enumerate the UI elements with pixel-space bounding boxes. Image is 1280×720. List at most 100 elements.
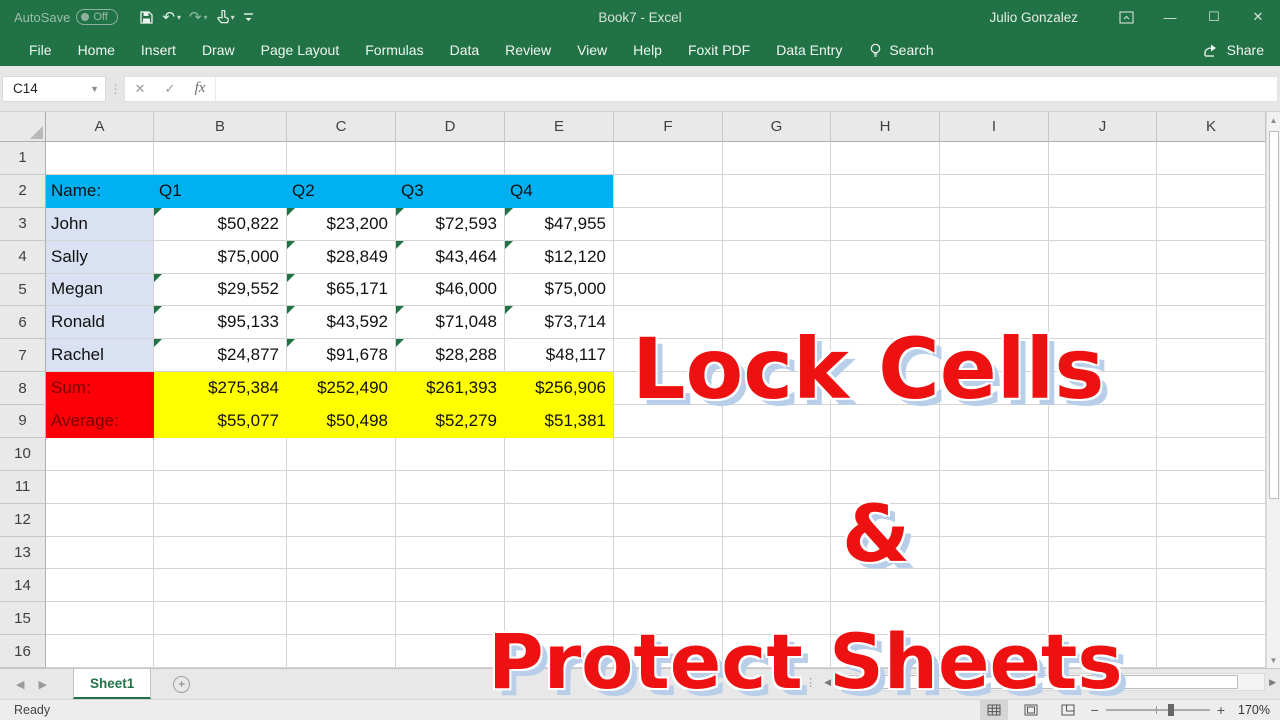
cell-C6[interactable]: $43,592 xyxy=(287,306,396,339)
cell-E13[interactable] xyxy=(505,537,614,570)
cell-E8[interactable]: $256,906 xyxy=(505,372,614,405)
cell-E10[interactable] xyxy=(505,438,614,471)
next-sheet-icon[interactable]: ▶ xyxy=(38,678,46,691)
search-button[interactable]: Search xyxy=(869,42,933,58)
tab-file[interactable]: File xyxy=(16,36,65,64)
vertical-scrollbar-thumb[interactable] xyxy=(1269,131,1279,499)
cell-B12[interactable] xyxy=(154,504,287,537)
column-header-G[interactable]: G xyxy=(723,112,831,142)
tab-data-entry[interactable]: Data Entry xyxy=(763,36,855,64)
cell-H13[interactable] xyxy=(831,537,940,570)
cell-I9[interactable] xyxy=(940,405,1049,438)
cell-H16[interactable] xyxy=(831,635,940,668)
row-header-7[interactable]: 7 xyxy=(0,339,46,372)
tab-review[interactable]: Review xyxy=(492,36,564,64)
cell-H7[interactable] xyxy=(831,339,940,372)
cell-E16[interactable] xyxy=(505,635,614,668)
row-header-8[interactable]: 8 xyxy=(0,372,46,405)
cell-F13[interactable] xyxy=(614,537,723,570)
cell-G13[interactable] xyxy=(723,537,831,570)
cell-G10[interactable] xyxy=(723,438,831,471)
cell-J8[interactable] xyxy=(1049,372,1157,405)
column-header-F[interactable]: F xyxy=(614,112,723,142)
cell-F7[interactable] xyxy=(614,339,723,372)
cancel-button[interactable]: ✕ xyxy=(125,81,155,97)
cell-E1[interactable] xyxy=(505,142,614,175)
row-header-3[interactable]: 3 xyxy=(0,208,46,241)
cell-K3[interactable] xyxy=(1157,208,1266,241)
cell-A14[interactable] xyxy=(46,569,154,602)
cell-K8[interactable] xyxy=(1157,372,1266,405)
cell-H12[interactable] xyxy=(831,504,940,537)
autosave-switch[interactable]: Off xyxy=(76,9,118,25)
column-header-J[interactable]: J xyxy=(1049,112,1157,142)
row-header-13[interactable]: 13 xyxy=(0,537,46,570)
cell-K10[interactable] xyxy=(1157,438,1266,471)
cell-J12[interactable] xyxy=(1049,504,1157,537)
cell-C14[interactable] xyxy=(287,569,396,602)
column-header-B[interactable]: B xyxy=(154,112,287,142)
column-header-H[interactable]: H xyxy=(831,112,940,142)
cell-A3[interactable]: John xyxy=(46,208,154,241)
share-button[interactable]: Share xyxy=(1203,42,1264,58)
tab-foxit-pdf[interactable]: Foxit PDF xyxy=(675,36,763,64)
cell-H9[interactable] xyxy=(831,405,940,438)
cell-J16[interactable] xyxy=(1049,635,1157,668)
cell-K16[interactable] xyxy=(1157,635,1266,668)
cell-E6[interactable]: $73,714 xyxy=(505,306,614,339)
cell-I10[interactable] xyxy=(940,438,1049,471)
row-header-9[interactable]: 9 xyxy=(0,405,46,438)
redo-button[interactable]: ↷▾ xyxy=(186,8,211,27)
cell-D7[interactable]: $28,288 xyxy=(396,339,505,372)
close-button[interactable]: ✕ xyxy=(1236,0,1280,34)
cell-F8[interactable] xyxy=(614,372,723,405)
cell-G9[interactable] xyxy=(723,405,831,438)
cell-I7[interactable] xyxy=(940,339,1049,372)
cell-D4[interactable]: $43,464 xyxy=(396,241,505,274)
cell-F11[interactable] xyxy=(614,471,723,504)
cell-D12[interactable] xyxy=(396,504,505,537)
cell-I3[interactable] xyxy=(940,208,1049,241)
row-header-12[interactable]: 12 xyxy=(0,504,46,537)
cell-C4[interactable]: $28,849 xyxy=(287,241,396,274)
cell-I12[interactable] xyxy=(940,504,1049,537)
cell-E2[interactable]: Q4 xyxy=(505,175,614,208)
cell-K14[interactable] xyxy=(1157,569,1266,602)
cell-A15[interactable] xyxy=(46,602,154,635)
cell-B8[interactable]: $275,384 xyxy=(154,372,287,405)
cell-F6[interactable] xyxy=(614,306,723,339)
row-header-1[interactable]: 1 xyxy=(0,142,46,175)
tab-view[interactable]: View xyxy=(564,36,620,64)
column-header-E[interactable]: E xyxy=(505,112,614,142)
cell-J15[interactable] xyxy=(1049,602,1157,635)
cell-I1[interactable] xyxy=(940,142,1049,175)
cell-G3[interactable] xyxy=(723,208,831,241)
scroll-right-icon[interactable]: ▶ xyxy=(1269,677,1276,688)
row-header-14[interactable]: 14 xyxy=(0,569,46,602)
cell-E3[interactable]: $47,955 xyxy=(505,208,614,241)
cell-J14[interactable] xyxy=(1049,569,1157,602)
row-header-16[interactable]: 16 xyxy=(0,635,46,668)
cell-E9[interactable]: $51,381 xyxy=(505,405,614,438)
row-header-5[interactable]: 5 xyxy=(0,274,46,307)
cell-G4[interactable] xyxy=(723,241,831,274)
cell-J6[interactable] xyxy=(1049,306,1157,339)
cell-F15[interactable] xyxy=(614,602,723,635)
cell-C12[interactable] xyxy=(287,504,396,537)
cell-C13[interactable] xyxy=(287,537,396,570)
cell-F5[interactable] xyxy=(614,274,723,307)
cell-G7[interactable] xyxy=(723,339,831,372)
maximize-button[interactable]: ☐ xyxy=(1192,0,1236,34)
cell-C9[interactable]: $50,498 xyxy=(287,405,396,438)
cell-E7[interactable]: $48,117 xyxy=(505,339,614,372)
cell-B16[interactable] xyxy=(154,635,287,668)
cell-C15[interactable] xyxy=(287,602,396,635)
cell-I6[interactable] xyxy=(940,306,1049,339)
zoom-level[interactable]: 170% xyxy=(1232,703,1270,717)
insert-function-button[interactable]: fx xyxy=(185,80,215,97)
tab-formulas[interactable]: Formulas xyxy=(352,36,436,64)
cell-H11[interactable] xyxy=(831,471,940,504)
cell-G11[interactable] xyxy=(723,471,831,504)
cell-D9[interactable]: $52,279 xyxy=(396,405,505,438)
cell-J7[interactable] xyxy=(1049,339,1157,372)
